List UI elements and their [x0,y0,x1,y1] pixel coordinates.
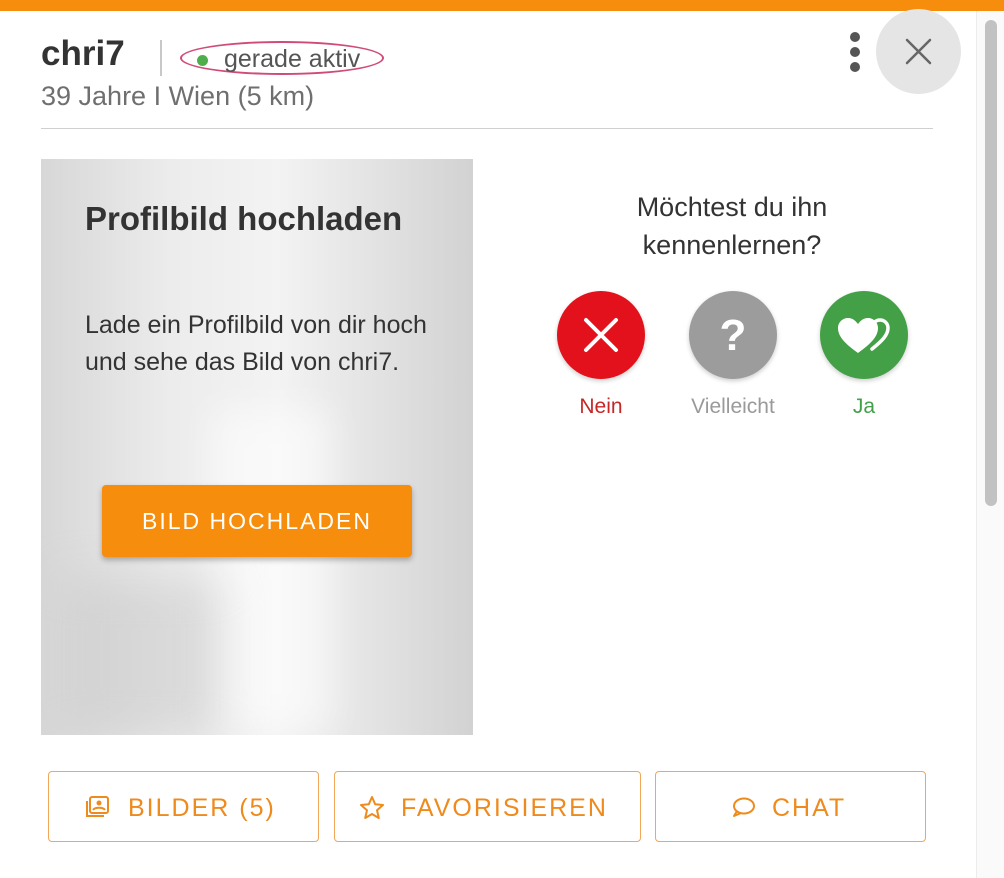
vote-yes-button[interactable] [820,291,908,379]
vote-question: Möchtest du ihn kennenlernen? [636,192,828,260]
svg-text:?: ? [720,311,747,360]
upload-picture-button[interactable]: BILD HOCHLADEN [102,485,412,557]
top-accent-bar [0,0,1004,11]
profile-meta: 39 Jahre I Wien (5 km) [41,81,315,111]
chat-button[interactable]: CHAT [655,771,926,842]
photos-button[interactable]: BILDER (5) [48,771,319,842]
online-status-icon [197,55,208,66]
chat-bubble-icon [733,797,755,817]
header-divider [160,40,162,76]
close-button[interactable] [876,9,961,94]
header-bottom-divider [41,128,933,129]
vote-maybe-button[interactable]: ? [689,291,777,379]
question-icon: ? [720,311,747,360]
favorite-button-label: FAVORISIEREN [401,794,608,822]
profile-username: chri7 [41,34,125,73]
chat-button-label: CHAT [772,794,847,822]
star-icon [360,796,384,819]
hearts-icon [838,318,890,353]
blurred-background [211,409,331,729]
blurred-background [61,579,221,735]
upload-card-title: Profilbild hochladen [85,200,403,237]
vote-no-label: Nein [579,395,623,418]
online-status-text: gerade aktiv [224,45,361,73]
close-icon [905,38,932,65]
photos-button-label: BILDER (5) [128,794,276,822]
kebab-menu-icon[interactable] [840,30,870,74]
vote-maybe-label: Vielleicht [691,395,775,418]
photos-icon [86,796,109,817]
upload-card-text: Lade ein Profilbild von dir hoch und seh… [85,311,427,376]
vote-no-button[interactable] [557,291,645,379]
favorite-button[interactable]: FAVORISIEREN [334,771,641,842]
profile-picture-placeholder: Profilbild hochladen Lade ein Profilbild… [41,159,473,735]
vote-yes-label: Ja [852,395,876,418]
scrollbar-thumb[interactable] [985,20,997,506]
x-icon [584,318,618,352]
